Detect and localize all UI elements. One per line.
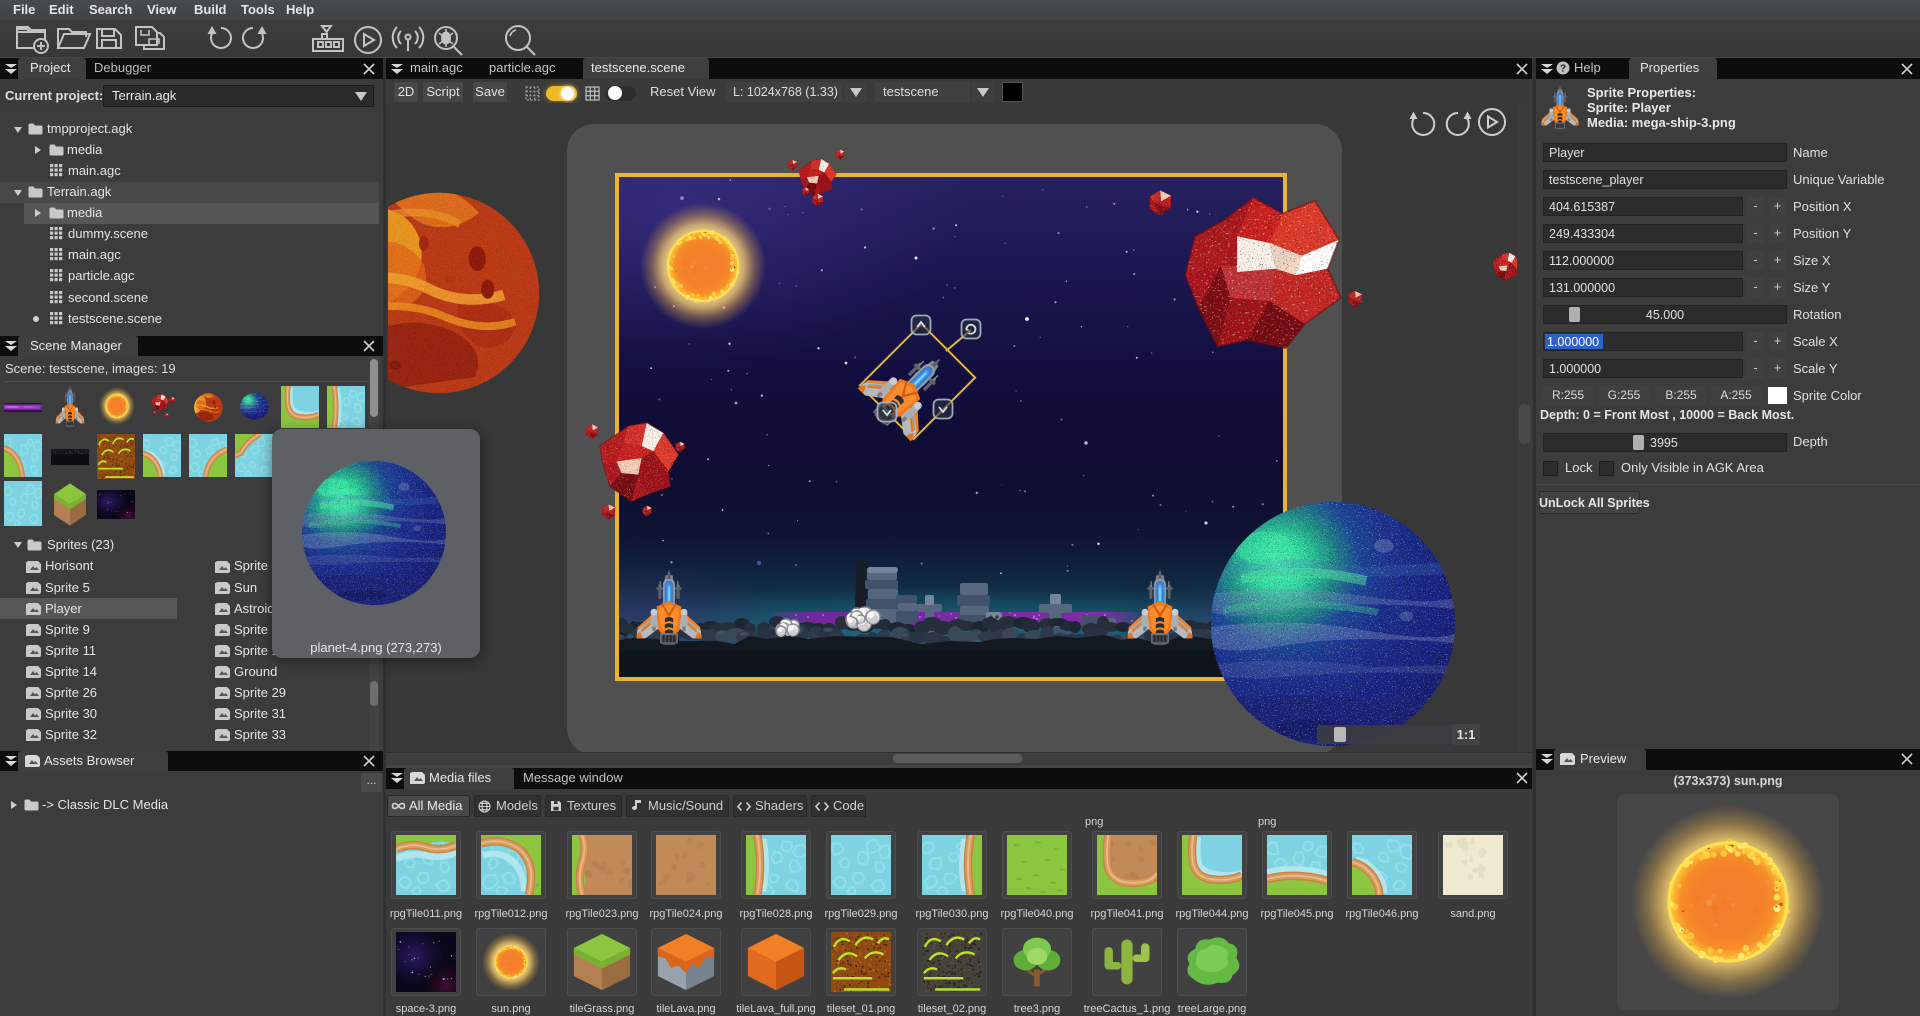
svg-text:?: ? bbox=[1560, 64, 1566, 75]
svg-text:1:1: 1:1 bbox=[1457, 727, 1476, 742]
